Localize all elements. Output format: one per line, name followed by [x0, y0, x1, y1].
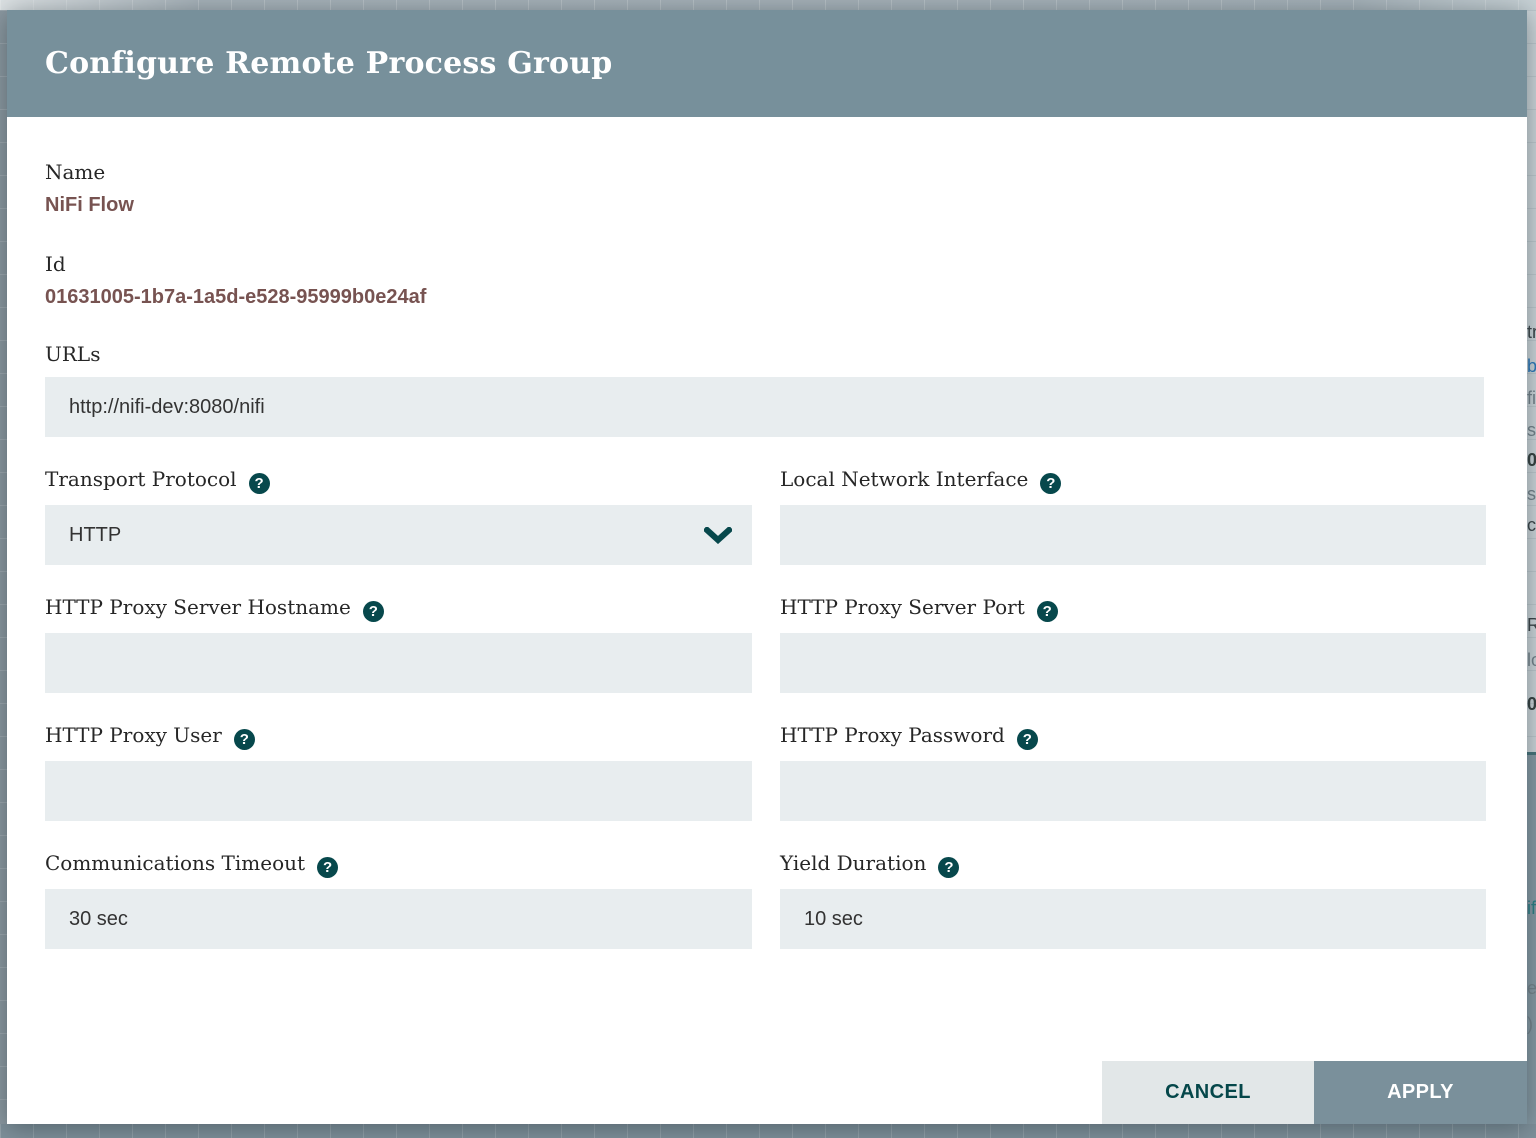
- yield-duration-input[interactable]: [780, 889, 1486, 949]
- edge-text-fragment: b: [1527, 356, 1536, 376]
- help-icon[interactable]: ?: [363, 601, 384, 622]
- edge-text-fragment: lo: [1527, 650, 1536, 670]
- communications-timeout-input[interactable]: [45, 889, 752, 949]
- local-network-interface-label-text: Local Network Interface: [780, 467, 1028, 491]
- local-network-interface-label: Local Network Interface?: [780, 465, 1061, 494]
- edge-text-fragment: ): [1527, 1014, 1533, 1034]
- configure-remote-process-group-dialog: Configure Remote Process Group Name NiFi…: [7, 10, 1527, 1124]
- local-network-interface-input[interactable]: [780, 505, 1486, 565]
- edge-text-fragment: s): [1527, 420, 1536, 440]
- http-proxy-server-port-label: HTTP Proxy Server Port?: [780, 593, 1058, 622]
- yield-duration-label: Yield Duration?: [780, 849, 959, 878]
- transport-protocol-dropdown[interactable]: HTTP: [45, 505, 752, 565]
- help-icon[interactable]: ?: [1017, 729, 1038, 750]
- cancel-button[interactable]: CANCEL: [1102, 1061, 1314, 1124]
- transport-protocol-label: Transport Protocol?: [45, 465, 270, 494]
- edge-text-fragment: if: [1527, 898, 1536, 918]
- background-panel-fragment: [1527, 10, 1536, 752]
- yield-duration-label-text: Yield Duration: [780, 851, 926, 875]
- urls-label: URLs: [45, 340, 100, 368]
- edge-text-fragment: 0: [1527, 694, 1536, 714]
- help-icon[interactable]: ?: [1037, 601, 1058, 622]
- background-footer-fragment: [1527, 755, 1536, 1124]
- chevron-down-icon: [704, 527, 732, 544]
- help-icon[interactable]: ?: [938, 857, 959, 878]
- edge-text-fragment: c: [1527, 515, 1536, 535]
- canvas-background-left: [0, 10, 7, 1124]
- transport-protocol-label-text: Transport Protocol: [45, 467, 237, 491]
- name-value: NiFi Flow: [45, 192, 134, 218]
- http-proxy-server-hostname-label-text: HTTP Proxy Server Hostname: [45, 595, 351, 619]
- http-proxy-user-label-text: HTTP Proxy User: [45, 723, 222, 747]
- edge-text-fragment: es: [1527, 978, 1536, 998]
- edge-text-fragment: s): [1527, 484, 1536, 504]
- http-proxy-user-label: HTTP Proxy User?: [45, 721, 255, 750]
- apply-button[interactable]: APPLY: [1314, 1061, 1527, 1124]
- http-proxy-password-label: HTTP Proxy Password?: [780, 721, 1038, 750]
- canvas-background-top: [0, 0, 1536, 10]
- id-value: 01631005-1b7a-1a5d-e528-95999b0e24af: [45, 284, 426, 310]
- communications-timeout-label: Communications Timeout?: [45, 849, 338, 878]
- edge-text-fragment: fi: [1527, 388, 1536, 408]
- http-proxy-user-input[interactable]: [45, 761, 752, 821]
- canvas-background-right: tr b fi s) 0 s) c R lo 0 if es ): [1527, 10, 1536, 1124]
- http-proxy-password-input[interactable]: [780, 761, 1486, 821]
- http-proxy-password-label-text: HTTP Proxy Password: [780, 723, 1005, 747]
- transport-protocol-value: HTTP: [69, 524, 121, 546]
- http-proxy-server-hostname-input[interactable]: [45, 633, 752, 693]
- http-proxy-server-port-label-text: HTTP Proxy Server Port: [780, 595, 1025, 619]
- edge-text-fragment: R: [1527, 615, 1536, 635]
- http-proxy-server-port-input[interactable]: [780, 633, 1486, 693]
- id-label: Id: [45, 250, 66, 278]
- canvas-background-bottom: [0, 1124, 1536, 1138]
- edge-text-fragment: 0: [1527, 450, 1536, 470]
- help-icon[interactable]: ?: [234, 729, 255, 750]
- help-icon[interactable]: ?: [317, 857, 338, 878]
- communications-timeout-label-text: Communications Timeout: [45, 851, 305, 875]
- help-icon[interactable]: ?: [1040, 473, 1061, 494]
- http-proxy-server-hostname-label: HTTP Proxy Server Hostname?: [45, 593, 384, 622]
- name-label: Name: [45, 158, 105, 186]
- dialog-header: Configure Remote Process Group: [7, 10, 1527, 117]
- edge-text-fragment: tr: [1527, 322, 1536, 342]
- help-icon[interactable]: ?: [249, 473, 270, 494]
- urls-input[interactable]: [45, 377, 1484, 437]
- dialog-title: Configure Remote Process Group: [45, 10, 612, 117]
